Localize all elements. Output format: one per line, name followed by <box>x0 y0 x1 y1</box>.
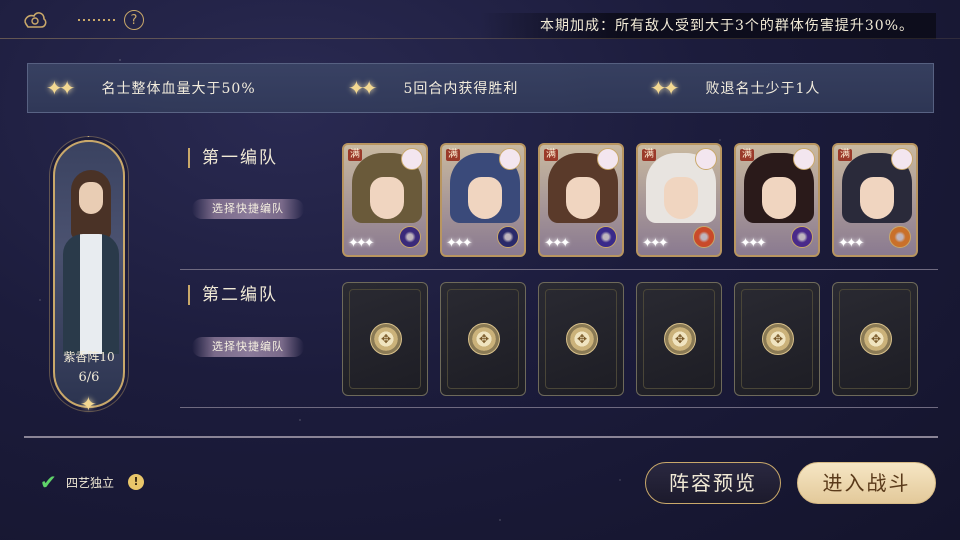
star-rating-icon: ✦✦✦ <box>740 236 767 251</box>
independent-arts-toggle[interactable]: ✔ 四艺独立 ! <box>40 472 145 492</box>
top-divider <box>0 38 960 39</box>
double-star-icon: ✦✦ <box>348 76 377 100</box>
empty-slot[interactable]: ✥ <box>832 282 918 396</box>
companion-avatar-icon <box>793 148 815 170</box>
element-orb-icon <box>399 226 421 248</box>
formation-count: 6/6 <box>78 370 100 385</box>
team-1-title: 第一编队 <box>188 148 278 168</box>
lineup-preview-button[interactable]: 阵容预览 <box>645 462 781 504</box>
portrait-face <box>79 182 103 214</box>
bonus-banner: 本期加成：所有敌人受到大于3个的群体伤害提升30%。 <box>479 13 936 39</box>
independent-arts-label: 四艺独立 <box>66 475 115 490</box>
formation-name: 紫香阵10 <box>63 350 115 364</box>
character-card[interactable]: 满 ✦✦✦ <box>538 143 624 257</box>
max-level-badge: 满 <box>544 149 558 161</box>
character-card[interactable]: 满 ✦✦✦ <box>342 143 428 257</box>
character-face <box>468 177 502 219</box>
team-divider <box>180 269 938 270</box>
companion-avatar-icon <box>891 148 913 170</box>
character-face <box>860 177 894 219</box>
element-orb-icon <box>791 226 813 248</box>
bottom-divider <box>24 436 938 438</box>
empty-slot[interactable]: ✥ <box>538 282 624 396</box>
max-level-badge: 满 <box>642 149 656 161</box>
lotus-icon: ✥ <box>871 332 882 346</box>
condition-text: 败退名士少于1人 <box>705 81 821 97</box>
companion-avatar-icon <box>401 148 423 170</box>
team-1-quick-select-button[interactable]: 选择快捷编队 <box>192 199 304 219</box>
character-face <box>370 177 404 219</box>
victory-conditions-bar: ✦✦ 名士整体血量大于50% ✦✦ 5回合内获得胜利 ✦✦ 败退名士少于1人 <box>27 63 934 113</box>
character-face <box>762 177 796 219</box>
question-icon[interactable]: ? <box>124 10 144 30</box>
element-orb-icon <box>497 226 519 248</box>
character-card[interactable]: 满 ✦✦✦ <box>734 143 820 257</box>
enter-battle-button[interactable]: 进入战斗 <box>797 462 936 504</box>
empty-slot[interactable]: ✥ <box>440 282 526 396</box>
empty-slot[interactable]: ✥ <box>342 282 428 396</box>
empty-slot[interactable]: ✥ <box>636 282 722 396</box>
star-rating-icon: ✦✦✦ <box>446 236 473 251</box>
companion-avatar-icon <box>695 148 717 170</box>
info-icon[interactable]: ! <box>128 474 145 490</box>
empty-slot[interactable]: ✥ <box>734 282 820 396</box>
condition-text: 5回合内获得胜利 <box>403 81 519 97</box>
max-level-badge: 满 <box>740 149 754 161</box>
max-level-badge: 满 <box>348 149 362 161</box>
condition-3: ✦✦ 败退名士少于1人 <box>650 64 820 112</box>
team-2-quick-select-button[interactable]: 选择快捷编队 <box>192 337 304 357</box>
double-star-icon: ✦✦ <box>46 76 75 100</box>
star-rating-icon: ✦✦✦ <box>642 236 669 251</box>
portrait-body <box>63 234 119 354</box>
lotus-icon: ✥ <box>675 332 686 346</box>
star-rating-icon: ✦✦✦ <box>348 236 375 251</box>
character-face <box>664 177 698 219</box>
character-card[interactable]: 满 ✦✦✦ <box>832 143 918 257</box>
companion-avatar-icon <box>499 148 521 170</box>
condition-2: ✦✦ 5回合内获得胜利 <box>348 64 518 112</box>
max-level-badge: 满 <box>838 149 852 161</box>
lotus-icon: ✥ <box>381 332 392 346</box>
condition-1: ✦✦ 名士整体血量大于50% <box>46 64 256 112</box>
element-orb-icon <box>595 226 617 248</box>
lotus-icon: ✥ <box>577 332 588 346</box>
companion-avatar-icon <box>597 148 619 170</box>
character-face <box>566 177 600 219</box>
condition-text: 名士整体血量大于50% <box>101 81 256 97</box>
star-rating-icon: ✦✦✦ <box>838 236 865 251</box>
top-dots-divider <box>78 19 118 21</box>
sparkle-ornament-icon: ✦ <box>80 392 97 416</box>
formation-portrait[interactable]: 紫香阵10 6/6 <box>53 140 125 408</box>
cloud-ornament-icon <box>24 12 47 28</box>
character-card[interactable]: 满 ✦✦✦ <box>440 143 526 257</box>
max-level-badge: 满 <box>446 149 460 161</box>
double-star-icon: ✦✦ <box>650 76 679 100</box>
character-card[interactable]: 满 ✦✦✦ <box>636 143 722 257</box>
lotus-icon: ✥ <box>773 332 784 346</box>
lotus-icon: ✥ <box>479 332 490 346</box>
element-orb-icon <box>889 226 911 248</box>
star-rating-icon: ✦✦✦ <box>544 236 571 251</box>
team-2-title: 第二编队 <box>188 285 278 305</box>
checkmark-icon[interactable]: ✔ <box>40 472 60 492</box>
element-orb-icon <box>693 226 715 248</box>
team-divider <box>180 407 938 408</box>
top-bar: ? 本期加成：所有敌人受到大于3个的群体伤害提升30%。 <box>0 0 960 40</box>
